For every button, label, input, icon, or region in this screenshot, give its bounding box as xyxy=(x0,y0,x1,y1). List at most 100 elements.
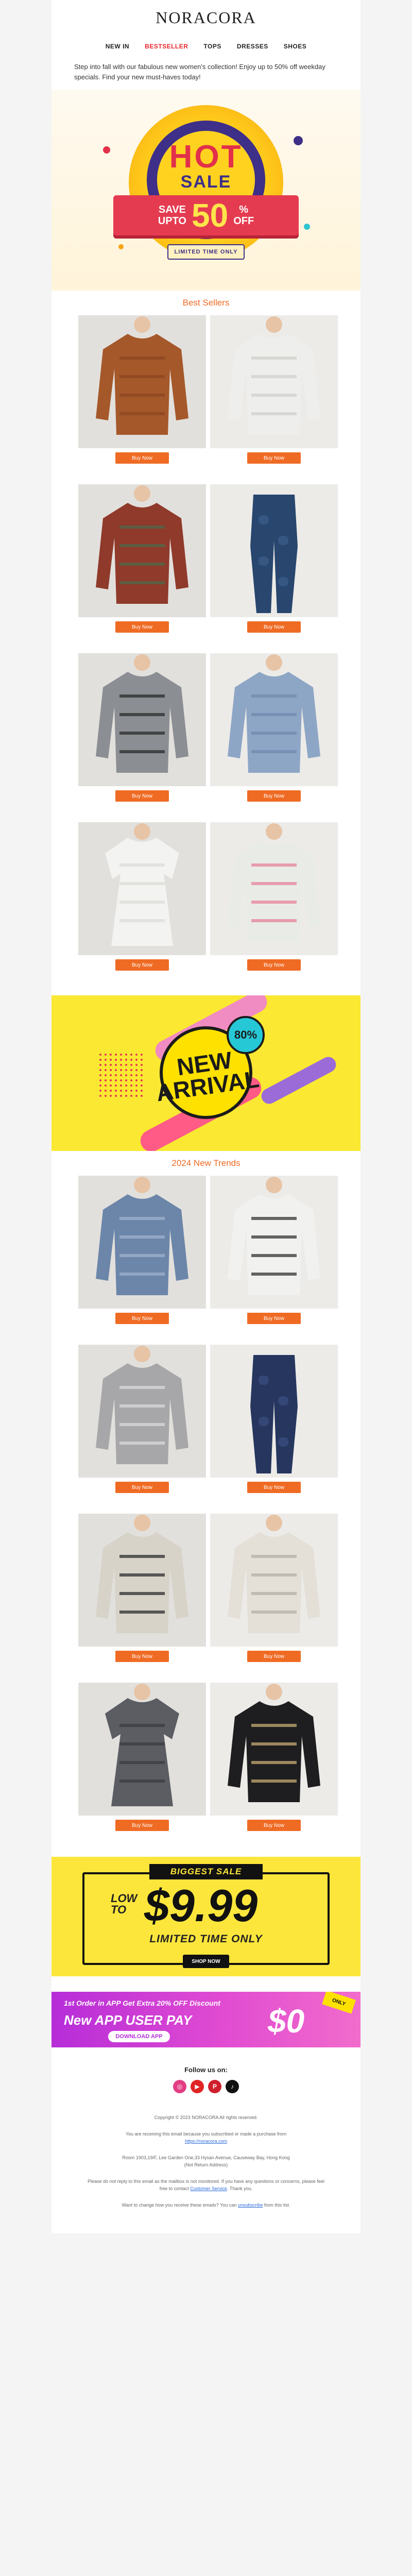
buy-now-button[interactable]: Buy Now xyxy=(247,452,301,464)
sale-price: $9.99 xyxy=(144,1880,258,1931)
tiktok-icon[interactable]: ♪ xyxy=(226,2080,239,2093)
product-card[interactable]: Buy Now xyxy=(78,1514,206,1683)
biggest-sale-banner[interactable]: BIGGEST SALE LOW TO $9.99 LIMITED TIME ON… xyxy=(52,1857,360,1976)
product-card[interactable]: Buy Now xyxy=(78,1345,206,1514)
top-nav: NEW IN BESTSELLER TOPS DRESSES SHOES xyxy=(52,35,360,58)
buy-now-button[interactable]: Buy Now xyxy=(247,1820,301,1831)
confetti-dot xyxy=(304,224,310,230)
product-card[interactable]: Buy Now xyxy=(210,653,338,822)
youtube-icon[interactable]: ▶ xyxy=(191,2080,204,2093)
buy-now-button[interactable]: Buy Now xyxy=(247,959,301,971)
brand-logo[interactable]: NORACORA xyxy=(156,8,256,27)
limited-time-tag: LIMITED TIME ONLY xyxy=(167,244,245,260)
product-image[interactable] xyxy=(210,1176,338,1309)
best-sellers-grid: Buy Now Buy Now Buy Now Buy Now Buy Now Buy N… xyxy=(52,315,360,991)
product-image[interactable] xyxy=(210,484,338,617)
biggest-sale-label: BIGGEST SALE xyxy=(149,1864,263,1879)
buy-now-button[interactable]: Buy Now xyxy=(115,1820,169,1831)
discount-ribbon: SAVE UPTO 50 % OFF xyxy=(113,195,299,235)
instagram-icon[interactable]: ◎ xyxy=(173,2080,186,2093)
product-image[interactable] xyxy=(78,822,206,955)
low-to-label: LOW TO xyxy=(111,1892,138,1916)
sale-heading: SALE xyxy=(180,172,232,192)
site-link[interactable]: https://noracora.com xyxy=(185,2139,227,2144)
logo-bar: NORACORA xyxy=(52,0,360,35)
product-image[interactable] xyxy=(78,1514,206,1647)
buy-now-button[interactable]: Buy Now xyxy=(115,959,169,971)
app-promo-banner[interactable]: 1st Order in APP Get Extra 20% OFF Disco… xyxy=(52,1992,360,2047)
save-upto-label: SAVE UPTO xyxy=(158,204,186,227)
product-image[interactable] xyxy=(210,1345,338,1478)
product-image[interactable] xyxy=(210,822,338,955)
product-image[interactable] xyxy=(78,653,206,786)
shop-now-button[interactable]: SHOP NOW xyxy=(183,1955,229,1968)
new-trends-grid: Buy Now Buy Now Buy Now Buy Now Buy Now Buy N… xyxy=(52,1176,360,1852)
nav-shoes[interactable]: SHOES xyxy=(284,43,307,50)
buy-now-button[interactable]: Buy Now xyxy=(247,621,301,633)
new-arrival-banner[interactable]: NEW ARRIVAL 80% xyxy=(52,995,360,1151)
unsubscribe-link[interactable]: unsubscribe xyxy=(238,2202,263,2208)
product-card[interactable]: Buy Now xyxy=(210,822,338,991)
copyright-text: Copyright © 2023 NORACORA All rights res… xyxy=(154,2115,258,2120)
app-price: $0 xyxy=(268,2003,305,2040)
no-reply-notice: Please do not reply to this email as the… xyxy=(88,2179,324,2191)
social-icons: ◎ ▶ P ♪ xyxy=(52,2080,360,2093)
buy-now-button[interactable]: Buy Now xyxy=(247,790,301,802)
buy-now-button[interactable]: Buy Now xyxy=(247,1313,301,1324)
buy-now-button[interactable]: Buy Now xyxy=(115,1313,169,1324)
only-tag: ONLY xyxy=(322,1992,356,2014)
nav-dresses[interactable]: DRESSES xyxy=(237,43,268,50)
customer-service-link[interactable]: Customer Service xyxy=(190,2186,227,2191)
product-image[interactable] xyxy=(210,315,338,448)
product-card[interactable]: Buy Now xyxy=(210,1176,338,1345)
buy-now-button[interactable]: Buy Now xyxy=(247,1482,301,1493)
app-offer-text: 1st Order in APP Get Extra 20% OFF Disco… xyxy=(64,1999,220,2007)
download-app-button[interactable]: DOWNLOAD APP xyxy=(108,2031,170,2042)
product-card[interactable]: Buy Now xyxy=(210,1683,338,1852)
confetti-dot xyxy=(118,244,124,249)
product-card[interactable]: Buy Now xyxy=(78,1683,206,1852)
unsubscribe-notice: Want to change how you receive these ema… xyxy=(122,2202,290,2208)
discount-number: 50 xyxy=(192,197,229,234)
address-text: Room 1903,19/F, Lee Garden One,33 Hysan … xyxy=(122,2155,290,2167)
product-card[interactable]: Buy Now xyxy=(210,315,338,484)
email-body: NORACORA NEW IN BESTSELLER TOPS DRESSES … xyxy=(52,0,360,2233)
buy-now-button[interactable]: Buy Now xyxy=(115,1482,169,1493)
nav-new-in[interactable]: NEW IN xyxy=(106,43,129,50)
product-card[interactable]: Buy Now xyxy=(78,1176,206,1345)
percent-off-label: % OFF xyxy=(233,204,254,227)
best-sellers-title: Best Sellers xyxy=(182,298,230,308)
nav-tops[interactable]: TOPS xyxy=(203,43,221,50)
product-image[interactable] xyxy=(210,653,338,786)
product-image[interactable] xyxy=(78,1176,206,1309)
discount-badge: 80% xyxy=(227,1016,265,1054)
pinterest-icon[interactable]: P xyxy=(208,2080,221,2093)
buy-now-button[interactable]: Buy Now xyxy=(115,790,169,802)
buy-now-button[interactable]: Buy Now xyxy=(115,621,169,633)
product-card[interactable]: Buy Now xyxy=(210,484,338,653)
buy-now-button[interactable]: Buy Now xyxy=(115,452,169,464)
product-card[interactable]: Buy Now xyxy=(78,822,206,991)
buy-now-button[interactable]: Buy Now xyxy=(247,1651,301,1662)
product-card[interactable]: Buy Now xyxy=(210,1514,338,1683)
product-image[interactable] xyxy=(210,1683,338,1816)
limited-time-text: LIMITED TIME ONLY xyxy=(149,1933,263,1945)
nav-bestseller[interactable]: BESTSELLER xyxy=(145,43,188,50)
product-image[interactable] xyxy=(78,484,206,617)
product-card[interactable]: Buy Now xyxy=(78,315,206,484)
product-card[interactable]: Buy Now xyxy=(78,653,206,822)
product-card[interactable]: Buy Now xyxy=(210,1345,338,1514)
app-user-heading: New APP USER PAY xyxy=(64,2012,192,2028)
product-image[interactable] xyxy=(210,1514,338,1647)
product-image[interactable] xyxy=(78,1683,206,1816)
buy-now-button[interactable]: Buy Now xyxy=(115,1651,169,1662)
new-trends-title: 2024 New Trends xyxy=(171,1158,241,1168)
hot-heading: HOT xyxy=(169,139,243,175)
product-image[interactable] xyxy=(78,1345,206,1478)
product-image[interactable] xyxy=(78,315,206,448)
intro-text: Step into fall with our fabulous new wom… xyxy=(74,63,325,81)
hot-sale-banner[interactable]: HOT SALE SAVE UPTO 50 % OFF LIMITED TIME O… xyxy=(52,90,360,291)
follow-title: Follow us on: xyxy=(184,2066,228,2074)
product-card[interactable]: Buy Now xyxy=(78,484,206,653)
footer: Copyright © 2023 NORACORA All rights res… xyxy=(52,2093,360,2233)
